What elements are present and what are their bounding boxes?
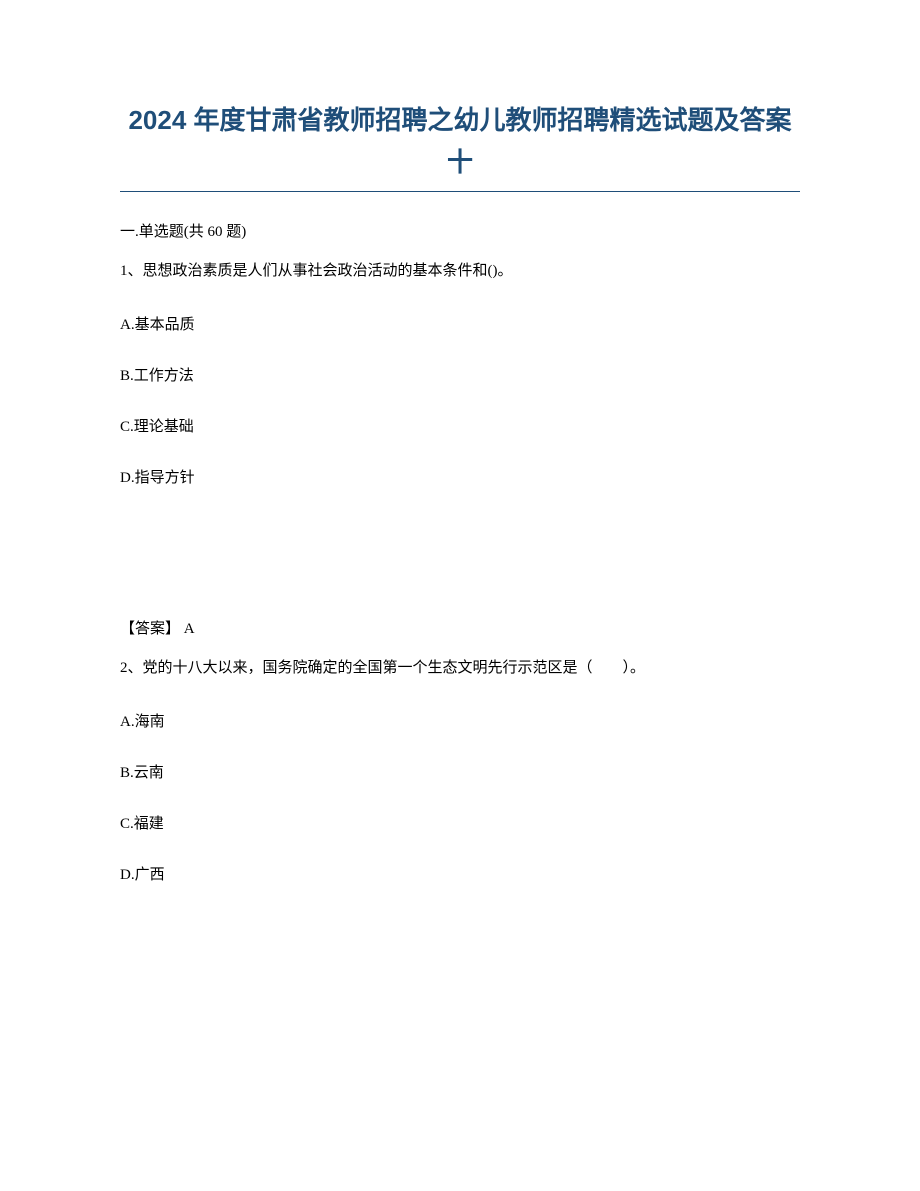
question-1-text: 1、思想政治素质是人们从事社会政治活动的基本条件和()。 — [120, 259, 800, 283]
section-header: 一.单选题(共 60 题) — [120, 220, 800, 241]
question-2-option-a: A.海南 — [120, 710, 800, 731]
page-title: 2024 年度甘肃省教师招聘之幼儿教师招聘精选试题及答案十 — [120, 100, 800, 183]
question-2-option-d: D.广西 — [120, 863, 800, 884]
question-2-text: 2、党的十八大以来，国务院确定的全国第一个生态文明先行示范区是（ ）。 — [120, 656, 800, 680]
question-2-option-b: B.云南 — [120, 761, 800, 782]
question-2-option-c: C.福建 — [120, 812, 800, 833]
question-1-option-c: C.理论基础 — [120, 415, 800, 436]
question-1-option-b: B.工作方法 — [120, 364, 800, 385]
document-page: 2024 年度甘肃省教师招聘之幼儿教师招聘精选试题及答案十 一.单选题(共 60… — [0, 0, 920, 974]
title-divider — [120, 191, 800, 192]
question-1-answer: 【答案】 A — [120, 617, 800, 638]
question-1-option-d: D.指导方针 — [120, 466, 800, 487]
question-1-option-a: A.基本品质 — [120, 313, 800, 334]
